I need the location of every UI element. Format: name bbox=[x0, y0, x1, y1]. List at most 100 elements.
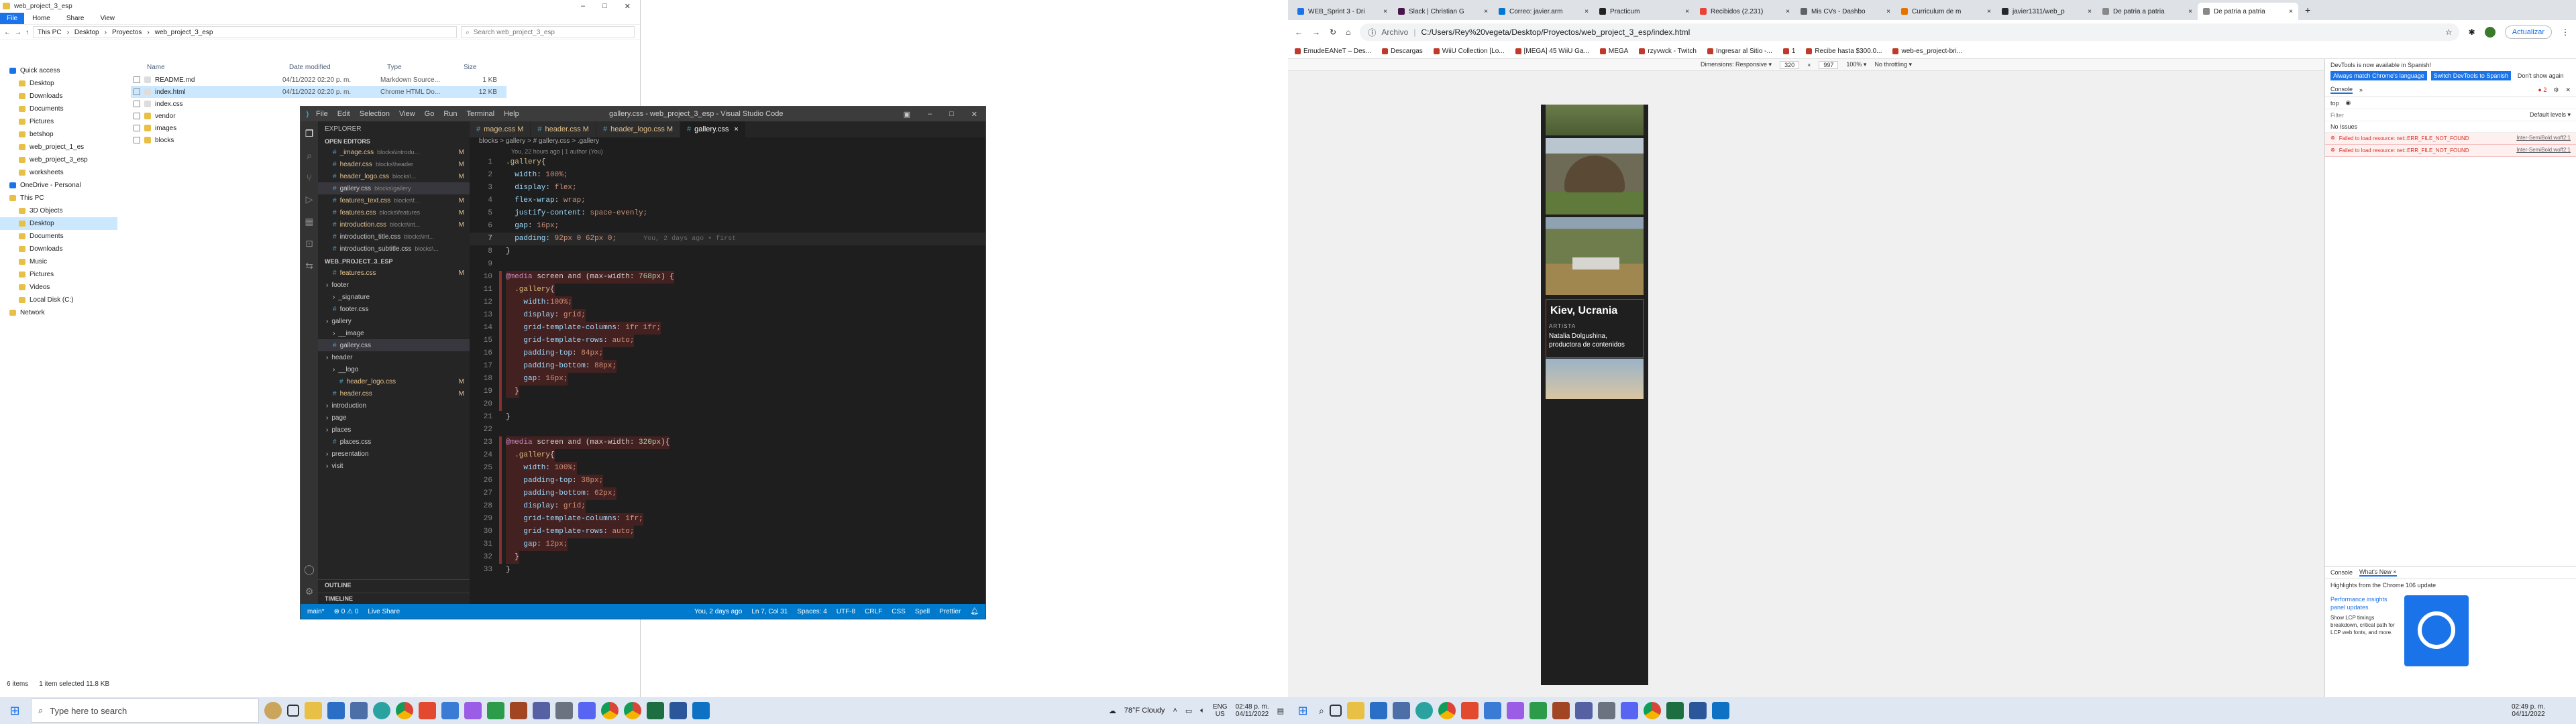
forward-arrow-icon[interactable]: → bbox=[15, 29, 21, 36]
excel-taskbar-icon[interactable] bbox=[647, 702, 664, 719]
vscode-taskbar-icon[interactable] bbox=[692, 702, 710, 719]
open-editor-item[interactable]: # gallery.css blocks\gallery bbox=[318, 182, 470, 194]
settings-taskbar-icon[interactable] bbox=[555, 702, 573, 719]
nav-item[interactable]: Desktop bbox=[0, 77, 117, 90]
edge-taskbar-icon[interactable] bbox=[373, 702, 390, 719]
close-icon[interactable]: × bbox=[1383, 8, 1387, 15]
vscode-taskbar-icon[interactable] bbox=[1711, 702, 1729, 719]
nav-item[interactable]: Downloads bbox=[0, 90, 117, 103]
browser-tab[interactable]: Practicum × bbox=[1594, 3, 1695, 20]
ribbon-tab-share[interactable]: Share bbox=[58, 13, 93, 24]
close-icon[interactable]: × bbox=[1987, 8, 1991, 15]
office-taskbar-icon[interactable] bbox=[419, 702, 436, 719]
levels-dropdown[interactable]: Default levels ▾ bbox=[2530, 111, 2571, 119]
maximize-icon[interactable]: □ bbox=[949, 110, 954, 119]
store-taskbar-icon[interactable] bbox=[1392, 702, 1410, 719]
minimize-icon[interactable]: – bbox=[928, 110, 932, 119]
context-selector[interactable]: top bbox=[2330, 100, 2339, 107]
app-taskbar-icon-b[interactable] bbox=[1529, 702, 1547, 719]
network-icon[interactable]: ▭ bbox=[1185, 707, 1192, 715]
open-editor-item[interactable]: # _image.css blocks\introdu... M bbox=[318, 146, 470, 158]
menu-terminal[interactable]: Terminal bbox=[467, 110, 495, 118]
device-toolbar-item[interactable]: 320 bbox=[1780, 60, 1800, 69]
drawer-tab-console[interactable]: Console bbox=[2330, 569, 2353, 576]
device-toolbar-item[interactable]: 997 bbox=[1819, 60, 1839, 69]
menu-run[interactable]: Run bbox=[443, 110, 457, 118]
bookmark-item[interactable]: rzyvwck - Twitch bbox=[1639, 48, 1697, 55]
status-right-item[interactable]: CRLF bbox=[865, 608, 882, 615]
bookmark-item[interactable]: Ingresar al Sitio -... bbox=[1707, 48, 1772, 55]
checkbox-icon[interactable] bbox=[133, 113, 140, 119]
project-header[interactable]: WEB_PROJECT_3_ESP bbox=[318, 256, 470, 267]
status-left-item[interactable]: ⊗ 0 ⚠ 0 bbox=[334, 608, 359, 615]
tree-item[interactable]: › places bbox=[318, 424, 470, 436]
dont-show-button[interactable]: Don't show again bbox=[2515, 71, 2567, 80]
app-taskbar-icon-b[interactable] bbox=[487, 702, 504, 719]
error-source-link[interactable]: Inter-SemiBold.woff2:1 bbox=[2516, 135, 2571, 141]
chrome-taskbar-icon-2[interactable] bbox=[1643, 702, 1661, 719]
chevron-up-icon[interactable]: ˄ bbox=[1173, 707, 1177, 715]
devtools-tab-more[interactable]: » bbox=[2359, 86, 2363, 93]
nav-item[interactable]: Pictures bbox=[0, 115, 117, 128]
nav-item[interactable]: Network bbox=[0, 306, 117, 319]
close-icon[interactable]: ✕ bbox=[625, 2, 631, 11]
notification-center-icon[interactable]: ▤ bbox=[1277, 707, 1284, 715]
tree-item[interactable]: # header.css M bbox=[318, 387, 470, 400]
checkbox-icon[interactable] bbox=[133, 88, 140, 95]
nav-item[interactable]: Local Disk (C:) bbox=[0, 294, 117, 306]
bookmark-item[interactable]: Descargas bbox=[1381, 48, 1423, 55]
breadcrumb-proyectos[interactable]: Proyectos bbox=[112, 29, 142, 36]
tree-item[interactable]: # places.css bbox=[318, 436, 470, 448]
app-taskbar-icon-c[interactable] bbox=[1552, 702, 1570, 719]
tree-item[interactable]: › gallery bbox=[318, 315, 470, 327]
status-right-item[interactable]: Prettier bbox=[939, 608, 961, 615]
nav-item[interactable]: betshop bbox=[0, 128, 117, 141]
bookmark-item[interactable]: 1 bbox=[1782, 48, 1795, 55]
open-editor-item[interactable]: # features_text.css blocks\f... M bbox=[318, 194, 470, 206]
browser-tab[interactable]: Slack | Christian G × bbox=[1393, 3, 1493, 20]
minimize-icon[interactable]: – bbox=[581, 2, 585, 11]
chrome-taskbar-icon[interactable] bbox=[396, 702, 413, 719]
chrome-taskbar-icon-2[interactable] bbox=[601, 702, 619, 719]
close-icon[interactable]: × bbox=[734, 125, 738, 133]
editor-tab[interactable]: # header.css M bbox=[531, 121, 596, 137]
search-icon[interactable]: ⌕ bbox=[1319, 705, 1324, 717]
device-toolbar-item[interactable]: × bbox=[1807, 62, 1811, 68]
home-icon[interactable]: ⌂ bbox=[1346, 27, 1350, 37]
breadcrumb-project[interactable]: web_project_3_esp bbox=[155, 29, 213, 36]
settings-gear-icon[interactable]: ⚙ bbox=[2553, 86, 2559, 94]
up-arrow-icon[interactable]: ↑ bbox=[25, 29, 29, 36]
mail-taskbar-icon[interactable] bbox=[1369, 702, 1387, 719]
chrome-taskbar-icon-3[interactable] bbox=[624, 702, 641, 719]
app-taskbar-icon-a[interactable] bbox=[464, 702, 482, 719]
breadcrumb-this-pc[interactable]: This PC bbox=[38, 29, 62, 36]
bookmark-item[interactable]: EmudeEANeT – Des... bbox=[1295, 48, 1371, 55]
live-share-icon[interactable]: ⇆ bbox=[305, 260, 313, 272]
browser-tab[interactable]: WEB_Sprint 3 - Dri × bbox=[1292, 3, 1393, 20]
menu-selection[interactable]: Selection bbox=[360, 110, 390, 118]
file-row[interactable]: index.html 04/11/2022 02:20 p. m. Chrome H… bbox=[131, 86, 506, 98]
close-icon[interactable]: × bbox=[1484, 8, 1488, 15]
ribbon-tab-file[interactable]: File bbox=[0, 12, 25, 24]
clock[interactable]: 02:48 p. m. 04/11/2022 bbox=[1236, 703, 1269, 718]
status-right-item[interactable]: Ln 7, Col 31 bbox=[751, 608, 788, 615]
tree-item[interactable]: # header_logo.css M bbox=[318, 375, 470, 387]
close-icon[interactable]: × bbox=[2289, 8, 2293, 15]
photos-taskbar-icon[interactable] bbox=[1483, 702, 1501, 719]
app-taskbar-icon-c[interactable] bbox=[510, 702, 527, 719]
tree-item[interactable]: › visit bbox=[318, 460, 470, 472]
chrome-taskbar-icon[interactable] bbox=[1438, 702, 1456, 719]
nav-item[interactable]: Pictures bbox=[0, 268, 117, 281]
nav-item[interactable]: OneDrive - Personal bbox=[0, 179, 117, 192]
file-row[interactable]: README.md 04/11/2022 02:20 p. m. Markdown … bbox=[131, 74, 506, 86]
timeline-header[interactable]: TIMELINE bbox=[318, 593, 470, 604]
tree-item[interactable]: › __logo bbox=[318, 363, 470, 375]
explorer-search-box[interactable]: ⌕ Search web_project_3_esp bbox=[461, 26, 635, 38]
outline-header[interactable]: OUTLINE bbox=[318, 579, 470, 591]
browser-tab[interactable]: Recibidos (2.231) × bbox=[1695, 3, 1795, 20]
menu-edit[interactable]: Edit bbox=[337, 110, 350, 118]
ribbon-tab-view[interactable]: View bbox=[93, 13, 123, 24]
windows-start-icon[interactable]: ⊞ bbox=[4, 704, 25, 718]
tree-item[interactable]: › _signature bbox=[318, 291, 470, 303]
file-explorer-taskbar-icon[interactable] bbox=[1346, 702, 1364, 719]
